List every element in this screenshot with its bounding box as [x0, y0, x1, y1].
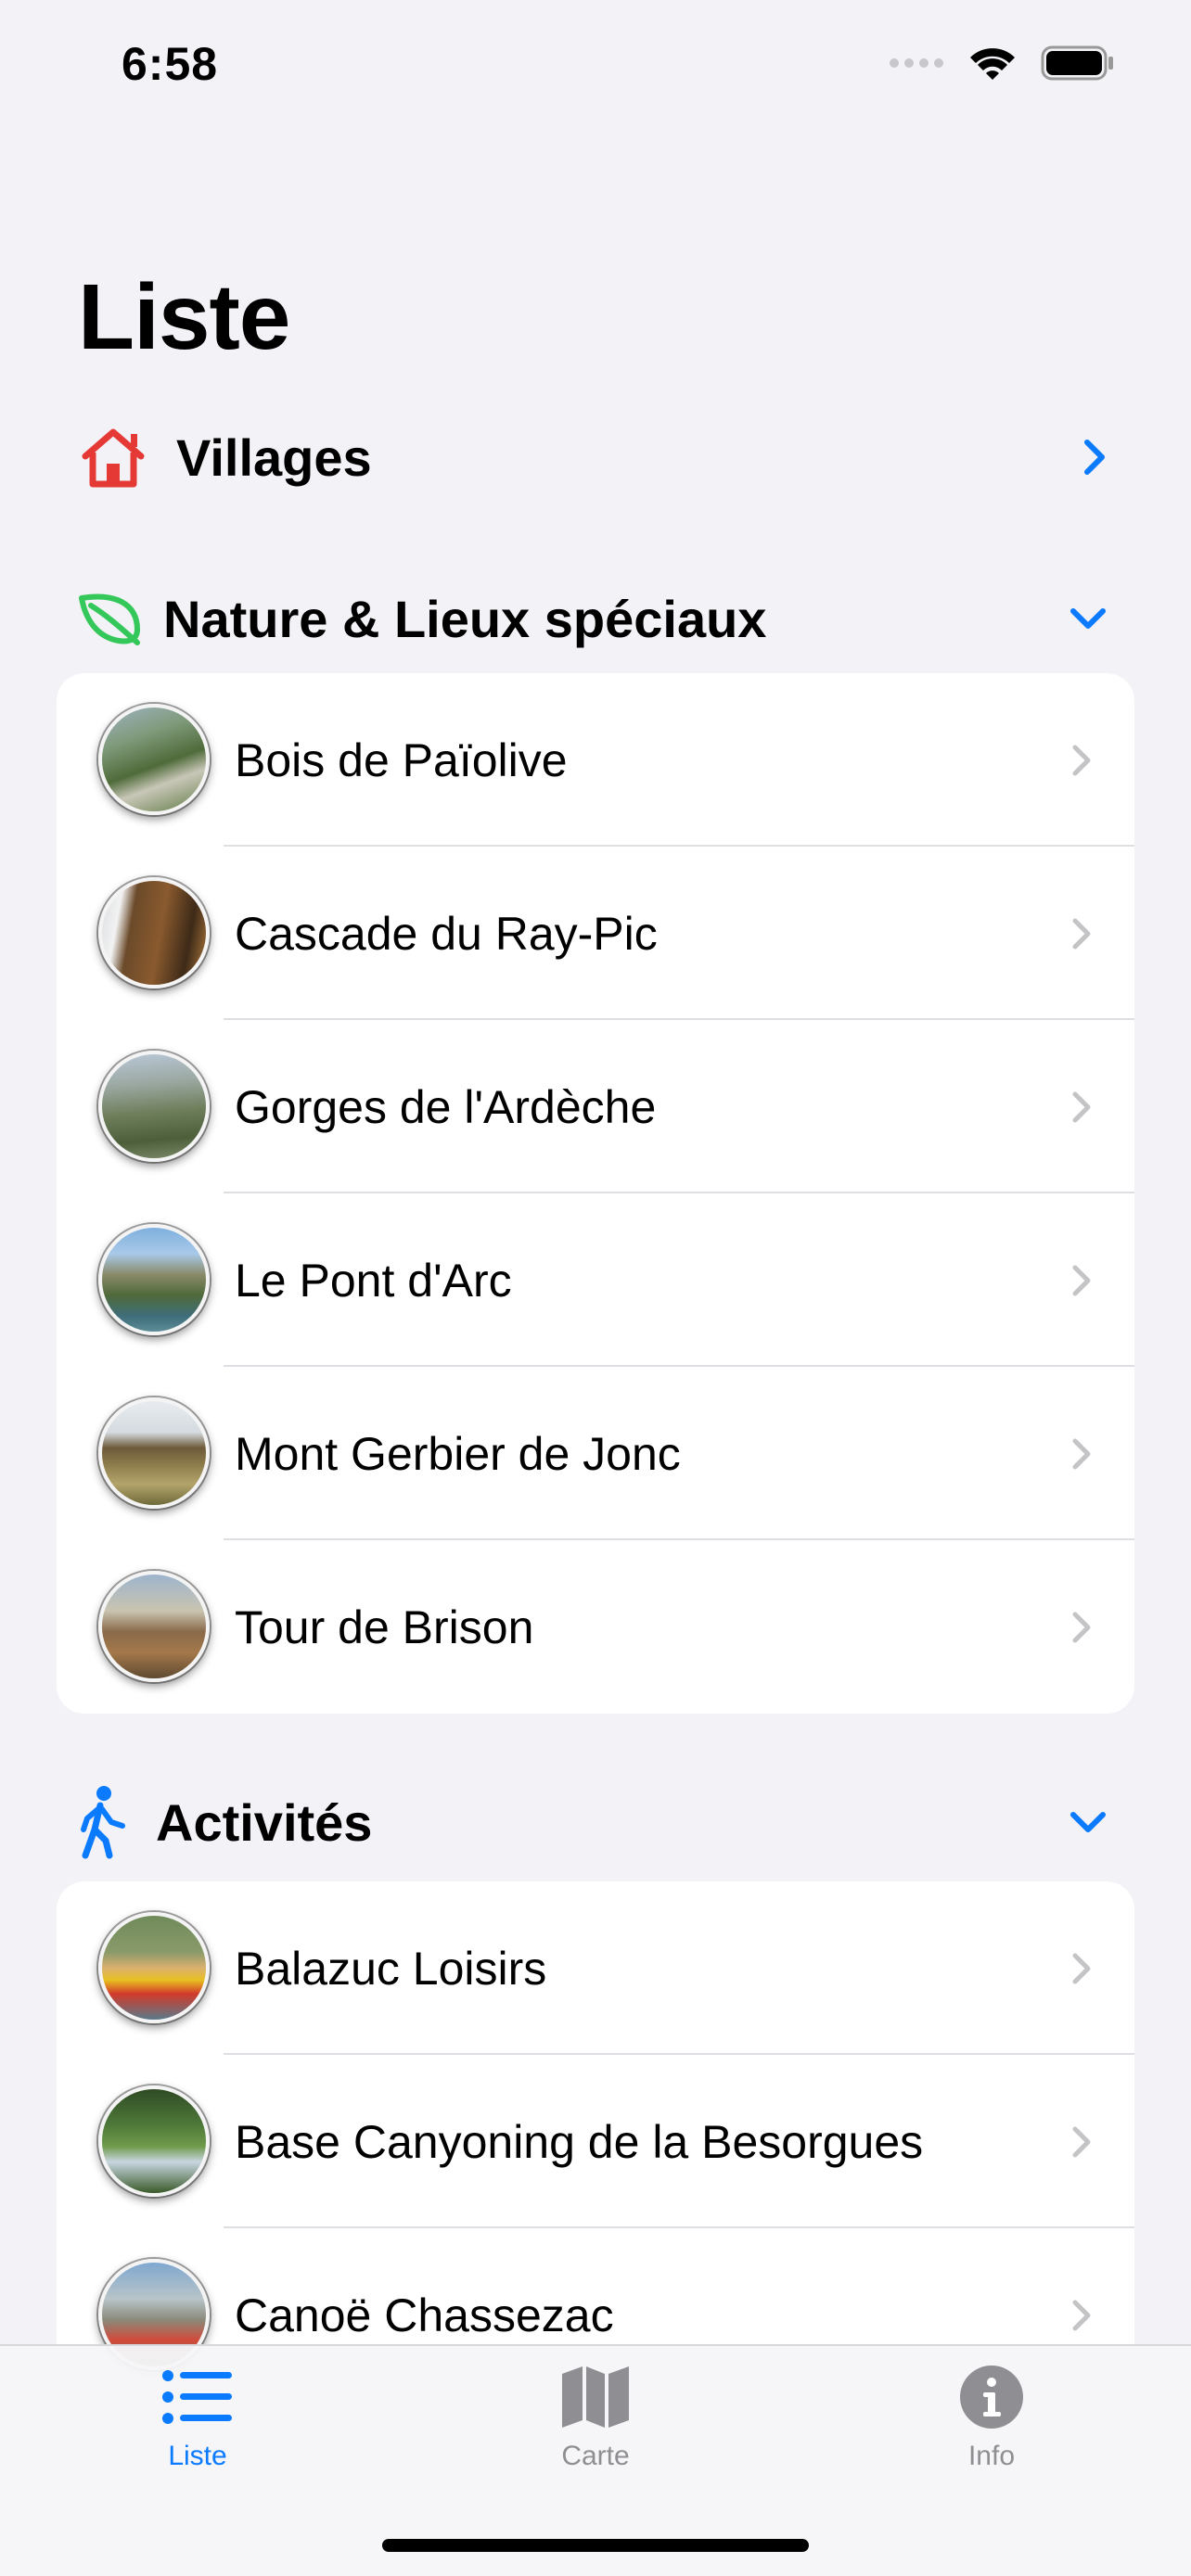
- list-item-title: Tour de Brison: [235, 1600, 534, 1653]
- chevron-right-icon: [1071, 917, 1092, 950]
- tab-liste[interactable]: Liste: [58, 2365, 337, 2472]
- chevron-right-icon: [1071, 744, 1092, 777]
- list-item[interactable]: Base Canyoning de la Besorgues: [57, 2055, 1134, 2228]
- page-title: Liste: [78, 265, 290, 369]
- list-item-title: Base Canyoning de la Besorgues: [235, 2115, 924, 2168]
- list-item[interactable]: Le Pont d'Arc: [57, 1193, 1134, 1367]
- section-activites-label: Activités: [156, 1792, 373, 1852]
- place-thumbnail: [98, 1051, 210, 1162]
- info-icon: [960, 2366, 1023, 2429]
- map-icon: [562, 2366, 629, 2428]
- list-item[interactable]: Balazuc Loisirs: [57, 1881, 1134, 2055]
- cellular-signal-icon: [890, 58, 943, 68]
- status-indicators: [889, 45, 1115, 82]
- tab-carte-label: Carte: [561, 2441, 630, 2471]
- home-indicator: [382, 2539, 809, 2552]
- house-icon: [82, 428, 145, 488]
- chevron-right-icon: [1071, 1437, 1092, 1471]
- leaf-icon: [79, 593, 140, 645]
- place-thumbnail: [98, 1397, 210, 1509]
- list-item-title: Le Pont d'Arc: [235, 1254, 512, 1307]
- nature-list: Bois de Païolive Cascade du Ray-Pic Gorg…: [57, 673, 1134, 1714]
- list-item-title: Canoë Chassezac: [235, 2289, 614, 2341]
- battery-icon: [1041, 45, 1113, 81]
- screen: 6:58 Liste Villages Nature & Lieux spéci…: [0, 0, 1191, 2576]
- section-nature-label: Nature & Lieux spéciaux: [163, 589, 767, 648]
- chevron-right-icon: [1071, 2125, 1092, 2159]
- list-item-title: Cascade du Ray-Pic: [235, 907, 658, 960]
- wifi-icon: [970, 48, 1015, 80]
- list-icon: [162, 2370, 232, 2424]
- chevron-down-icon[interactable]: [1069, 1809, 1108, 1835]
- figure-walk-icon: [81, 1786, 125, 1859]
- list-item-title: Bois de Païolive: [235, 733, 568, 786]
- tab-liste-label: Liste: [168, 2441, 227, 2471]
- chevron-right-icon: [1071, 2299, 1092, 2332]
- chevron-right-icon: [1071, 1264, 1092, 1297]
- chevron-right-icon[interactable]: [1082, 438, 1108, 477]
- chevron-right-icon: [1071, 1090, 1092, 1124]
- list-item[interactable]: Gorges de l'Ardèche: [57, 1020, 1134, 1193]
- tab-info[interactable]: Info: [852, 2365, 1131, 2472]
- tab-info-label: Info: [967, 2441, 1016, 2471]
- place-thumbnail: [98, 877, 210, 988]
- place-thumbnail: [98, 2085, 210, 2197]
- chevron-right-icon: [1071, 1952, 1092, 1985]
- section-villages[interactable]: Villages: [78, 415, 1113, 499]
- place-thumbnail: [98, 704, 210, 815]
- list-item[interactable]: Cascade du Ray-Pic: [57, 847, 1134, 1020]
- list-item-title: Gorges de l'Ardèche: [235, 1080, 657, 1133]
- section-villages-label: Villages: [176, 427, 372, 487]
- chevron-down-icon[interactable]: [1069, 606, 1108, 631]
- status-time: 6:58: [122, 38, 219, 90]
- section-nature[interactable]: Nature & Lieux spéciaux: [78, 577, 1113, 660]
- place-thumbnail: [98, 1912, 210, 2023]
- list-item-title: Mont Gerbier de Jonc: [235, 1427, 681, 1480]
- list-item[interactable]: Mont Gerbier de Jonc: [57, 1367, 1134, 1540]
- list-item[interactable]: Bois de Païolive: [57, 673, 1134, 847]
- list-item-title: Balazuc Loisirs: [235, 1942, 547, 1995]
- tab-carte[interactable]: Carte: [456, 2365, 735, 2472]
- section-activites[interactable]: Activités: [78, 1780, 1113, 1864]
- place-thumbnail: [98, 1571, 210, 1682]
- list-item[interactable]: Tour de Brison: [57, 1540, 1134, 1714]
- chevron-right-icon: [1071, 1611, 1092, 1644]
- place-thumbnail: [98, 1224, 210, 1335]
